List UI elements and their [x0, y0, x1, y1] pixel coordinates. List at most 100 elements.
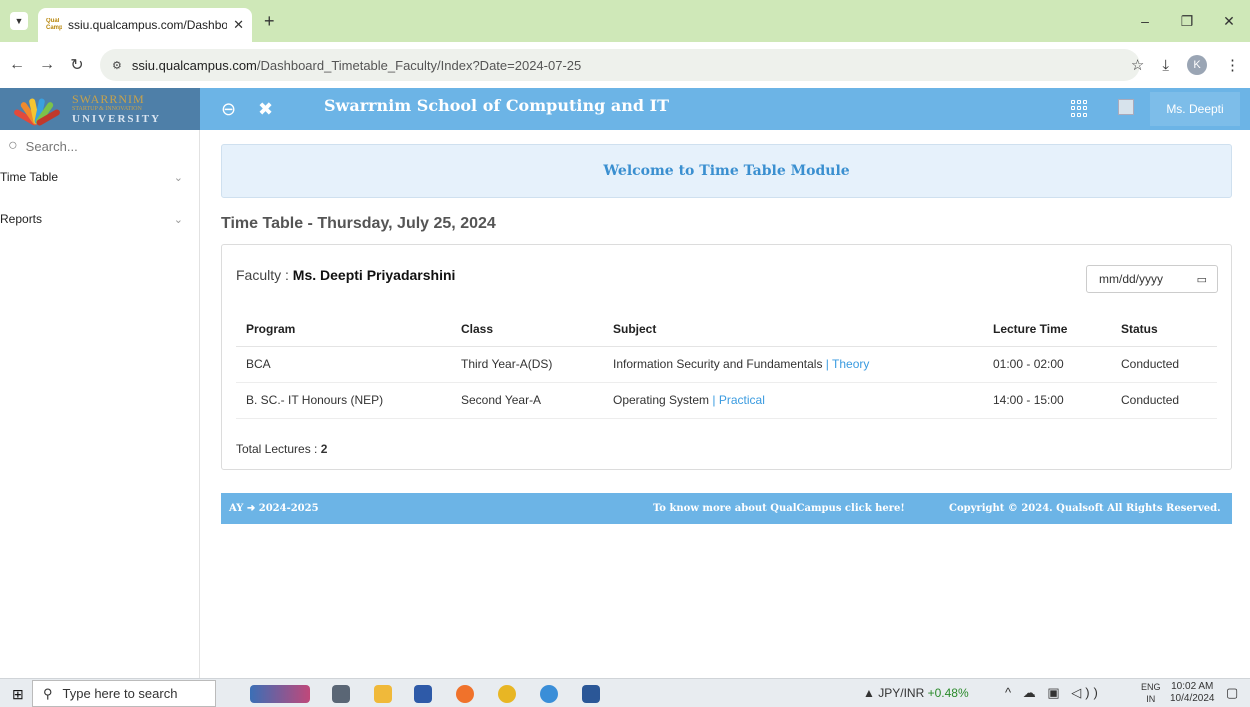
sidebar-item-time-table[interactable]: Time Table ⌄ — [0, 162, 199, 192]
table-row: BCA Third Year-A(DS) Information Securit… — [236, 346, 1217, 383]
page-footer: AY ➜ 2024-2025 To know more about QualCa… — [221, 493, 1232, 524]
cell-status: Conducted — [1111, 382, 1217, 419]
date-placeholder: mm/dd/yyyy — [1099, 272, 1164, 286]
clock-time: 10:02 AM — [1171, 681, 1214, 692]
cell-class: Second Year-A — [451, 382, 603, 419]
taskbar-search[interactable]: ⚲ Type here to search — [32, 680, 216, 707]
file-explorer-icon[interactable] — [374, 685, 392, 703]
sidebar: ○ Search... Time Table ⌄ Reports ⌄ — [0, 130, 200, 678]
search-input[interactable]: Search... — [26, 139, 78, 154]
app-header: SWARRNIM STARTUP & INNOVATION UNIVERSITY… — [0, 88, 1250, 130]
clock[interactable]: 10:02 AM 10/4/2024 — [1170, 681, 1215, 705]
region-code: IN — [1146, 694, 1156, 704]
qualcampus-link[interactable]: To know more about QualCampus click here… — [653, 503, 905, 514]
address-bar-row: ← → ↻ ⚙ ssiu.qualcampus.com/Dashboard_Ti… — [0, 42, 1250, 88]
taskbar-search-placeholder: Type here to search — [62, 686, 178, 701]
bookmark-star-icon[interactable]: ☆ — [1131, 56, 1144, 74]
total-label: Total Lectures : — [236, 442, 321, 456]
sidebar-item-label: Reports — [0, 212, 43, 226]
date-picker[interactable]: mm/dd/yyyy ▭ — [1086, 265, 1218, 293]
tab-title: ssiu.qualcampus.com/Dashboar — [68, 18, 228, 32]
close-tab-icon[interactable]: ✕ — [233, 17, 244, 33]
os-taskbar: ⊞ ⚲ Type here to search ▲ JPY/INR +0.48%… — [0, 678, 1250, 707]
minimize-button[interactable]: – — [1124, 13, 1166, 29]
back-button[interactable]: ← — [4, 56, 30, 74]
tab-search-button[interactable]: ▼ — [10, 12, 28, 30]
column-header: Program — [236, 313, 451, 347]
system-tray-icons[interactable]: ^ ☁ ▣ ◁)) — [1005, 685, 1102, 701]
browser-tabbar: ▼ QualCampus ssiu.qualcampus.com/Dashboa… — [0, 0, 1250, 42]
ticker-change: +0.48% — [927, 686, 969, 700]
search-icon: ⚲ — [43, 685, 53, 701]
page-title: Swarrnim School of Computing and IT — [324, 96, 669, 115]
stock-ticker[interactable]: ▲ JPY/INR +0.48% — [863, 686, 969, 700]
chevron-down-icon: ⌄ — [173, 171, 183, 184]
lotus-logo-icon — [8, 90, 66, 128]
apps-grid-icon[interactable] — [1071, 100, 1088, 117]
restore-button[interactable]: ❐ — [1166, 13, 1208, 30]
column-header: Class — [451, 313, 603, 347]
url-domain: ssiu.qualcampus.com — [131, 57, 257, 73]
sidebar-item-reports[interactable]: Reports ⌄ — [0, 204, 199, 234]
browser-menu-icon[interactable]: ⋮ — [1225, 56, 1240, 74]
word-icon[interactable] — [582, 685, 600, 703]
faculty-name: Ms. Deepti Priyadarshini — [292, 267, 456, 283]
cell-program: B. SC.- IT Honours (NEP) — [236, 382, 451, 419]
clock-date: 10/4/2024 — [1170, 693, 1215, 704]
university-logo[interactable]: SWARRNIM STARTUP & INNOVATION UNIVERSITY — [0, 88, 200, 130]
lang-code: ENG — [1141, 682, 1161, 692]
cell-subject: Operating System | Practical — [603, 382, 983, 419]
cell-subject: Information Security and Fundamentals | … — [603, 346, 983, 383]
close-window-button[interactable]: ✕ — [1208, 13, 1250, 30]
cell-program: BCA — [236, 346, 451, 383]
reload-button[interactable]: ↻ — [64, 55, 90, 75]
total-value: 2 — [320, 442, 328, 456]
profile-avatar[interactable]: K — [1187, 55, 1207, 75]
cell-status: Conducted — [1111, 346, 1217, 383]
cell-time: 01:00 - 02:00 — [983, 346, 1111, 383]
subject-type: | Practical — [712, 393, 765, 407]
chevron-down-icon: ⌄ — [173, 213, 183, 226]
user-menu[interactable]: Ms. Deepti — [1150, 92, 1240, 126]
url-input[interactable]: ⚙ ssiu.qualcampus.com/Dashboard_Timetabl… — [100, 49, 1140, 81]
ticker-icon: ▲ — [863, 686, 875, 700]
windows-start-icon[interactable]: ⊞ — [12, 686, 24, 703]
column-header: Status — [1111, 313, 1217, 347]
table-row: B. SC.- IT Honours (NEP) Second Year-A O… — [236, 382, 1217, 419]
browser-tab[interactable]: QualCampus ssiu.qualcampus.com/Dashboar … — [38, 8, 252, 42]
toggle-sidebar-icon[interactable]: ⊖ — [221, 99, 236, 120]
timetable-table: Program Class Subject Lecture Time Statu… — [236, 313, 1217, 419]
chrome-icon[interactable] — [498, 685, 516, 703]
new-tab-button[interactable]: + — [264, 11, 275, 32]
chrome-profile-icon[interactable] — [540, 685, 558, 703]
sidebar-search[interactable]: ○ Search... — [0, 130, 199, 162]
welcome-banner: Welcome to Time Table Module — [221, 144, 1232, 198]
cell-time: 14:00 - 15:00 — [983, 382, 1111, 419]
column-header: Subject — [603, 313, 983, 347]
fullscreen-icon[interactable]: ✖ — [258, 99, 273, 120]
download-icon[interactable]: ⤓ — [1162, 57, 1169, 74]
calendar-icon[interactable]: ▭ — [1197, 273, 1207, 286]
store-icon[interactable] — [414, 685, 432, 703]
copyright: Copyright © 2024. Qualsoft All Rights Re… — [949, 503, 1221, 514]
language-indicator[interactable]: ENG IN — [1141, 681, 1161, 705]
notification-icon[interactable]: ▢ — [1226, 685, 1238, 701]
timetable-card: Faculty : Ms. Deepti Priyadarshini mm/dd… — [221, 244, 1232, 470]
timetable-heading: Time Table - Thursday, July 25, 2024 — [221, 215, 496, 232]
favicon-icon: QualCampus — [46, 18, 62, 31]
subject-type: | Theory — [825, 357, 870, 371]
url-path: /Dashboard_Timetable_Faculty/Index?Date=… — [256, 57, 582, 73]
window-controls: – ❐ ✕ — [1124, 0, 1250, 42]
firefox-icon[interactable] — [456, 685, 474, 703]
widget-thumbnail-icon[interactable] — [250, 685, 310, 703]
total-lectures: Total Lectures : 2 — [236, 442, 327, 456]
forward-button[interactable]: → — [34, 56, 60, 74]
task-view-icon[interactable] — [332, 685, 350, 703]
user-avatar[interactable] — [1118, 99, 1134, 115]
subject-name: Operating System — [613, 393, 710, 407]
cell-class: Third Year-A(DS) — [451, 346, 603, 383]
logo-line1: SWARRNIM — [72, 92, 145, 106]
table-header-row: Program Class Subject Lecture Time Statu… — [236, 313, 1217, 347]
faculty-label: Faculty : — [236, 267, 293, 283]
site-info-icon[interactable]: ⚙ — [112, 59, 122, 72]
